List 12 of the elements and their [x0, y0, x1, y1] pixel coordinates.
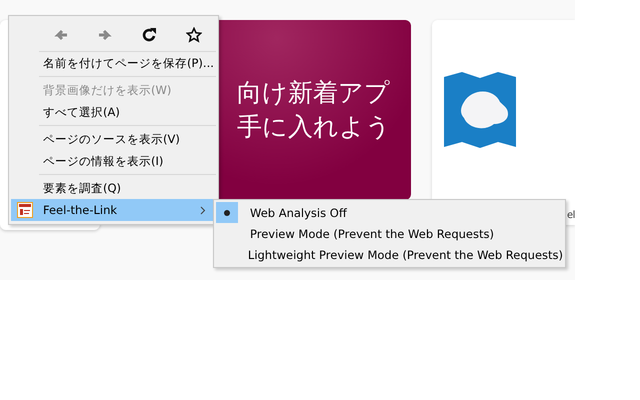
menu-item[interactable]: すべて選択(A) [11, 101, 216, 123]
menu-item[interactable]: ページの情報を表示(I) [11, 150, 216, 172]
menu-item[interactable]: Feel-the-Link [11, 199, 216, 221]
menu-item[interactable]: 名前を付けてページを保存(P)... [11, 52, 216, 74]
promo-text: 向け新着アプ [237, 77, 391, 109]
submenu-item[interactable]: Preview Mode (Prevent the Web Requests) [216, 223, 563, 244]
menu-item[interactable]: ページのソースを表示(V) [11, 128, 216, 150]
tile-label: el [567, 210, 575, 221]
promo-tile[interactable]: 向け新着アプ 手に入れよう [219, 20, 411, 200]
submenu-item[interactable]: Lightweight Preview Mode (Prevent the Web Requests) [216, 244, 563, 265]
menu-item[interactable]: 要素を調査(Q) [11, 177, 216, 199]
promo-text: 手に入れよう [237, 111, 392, 143]
